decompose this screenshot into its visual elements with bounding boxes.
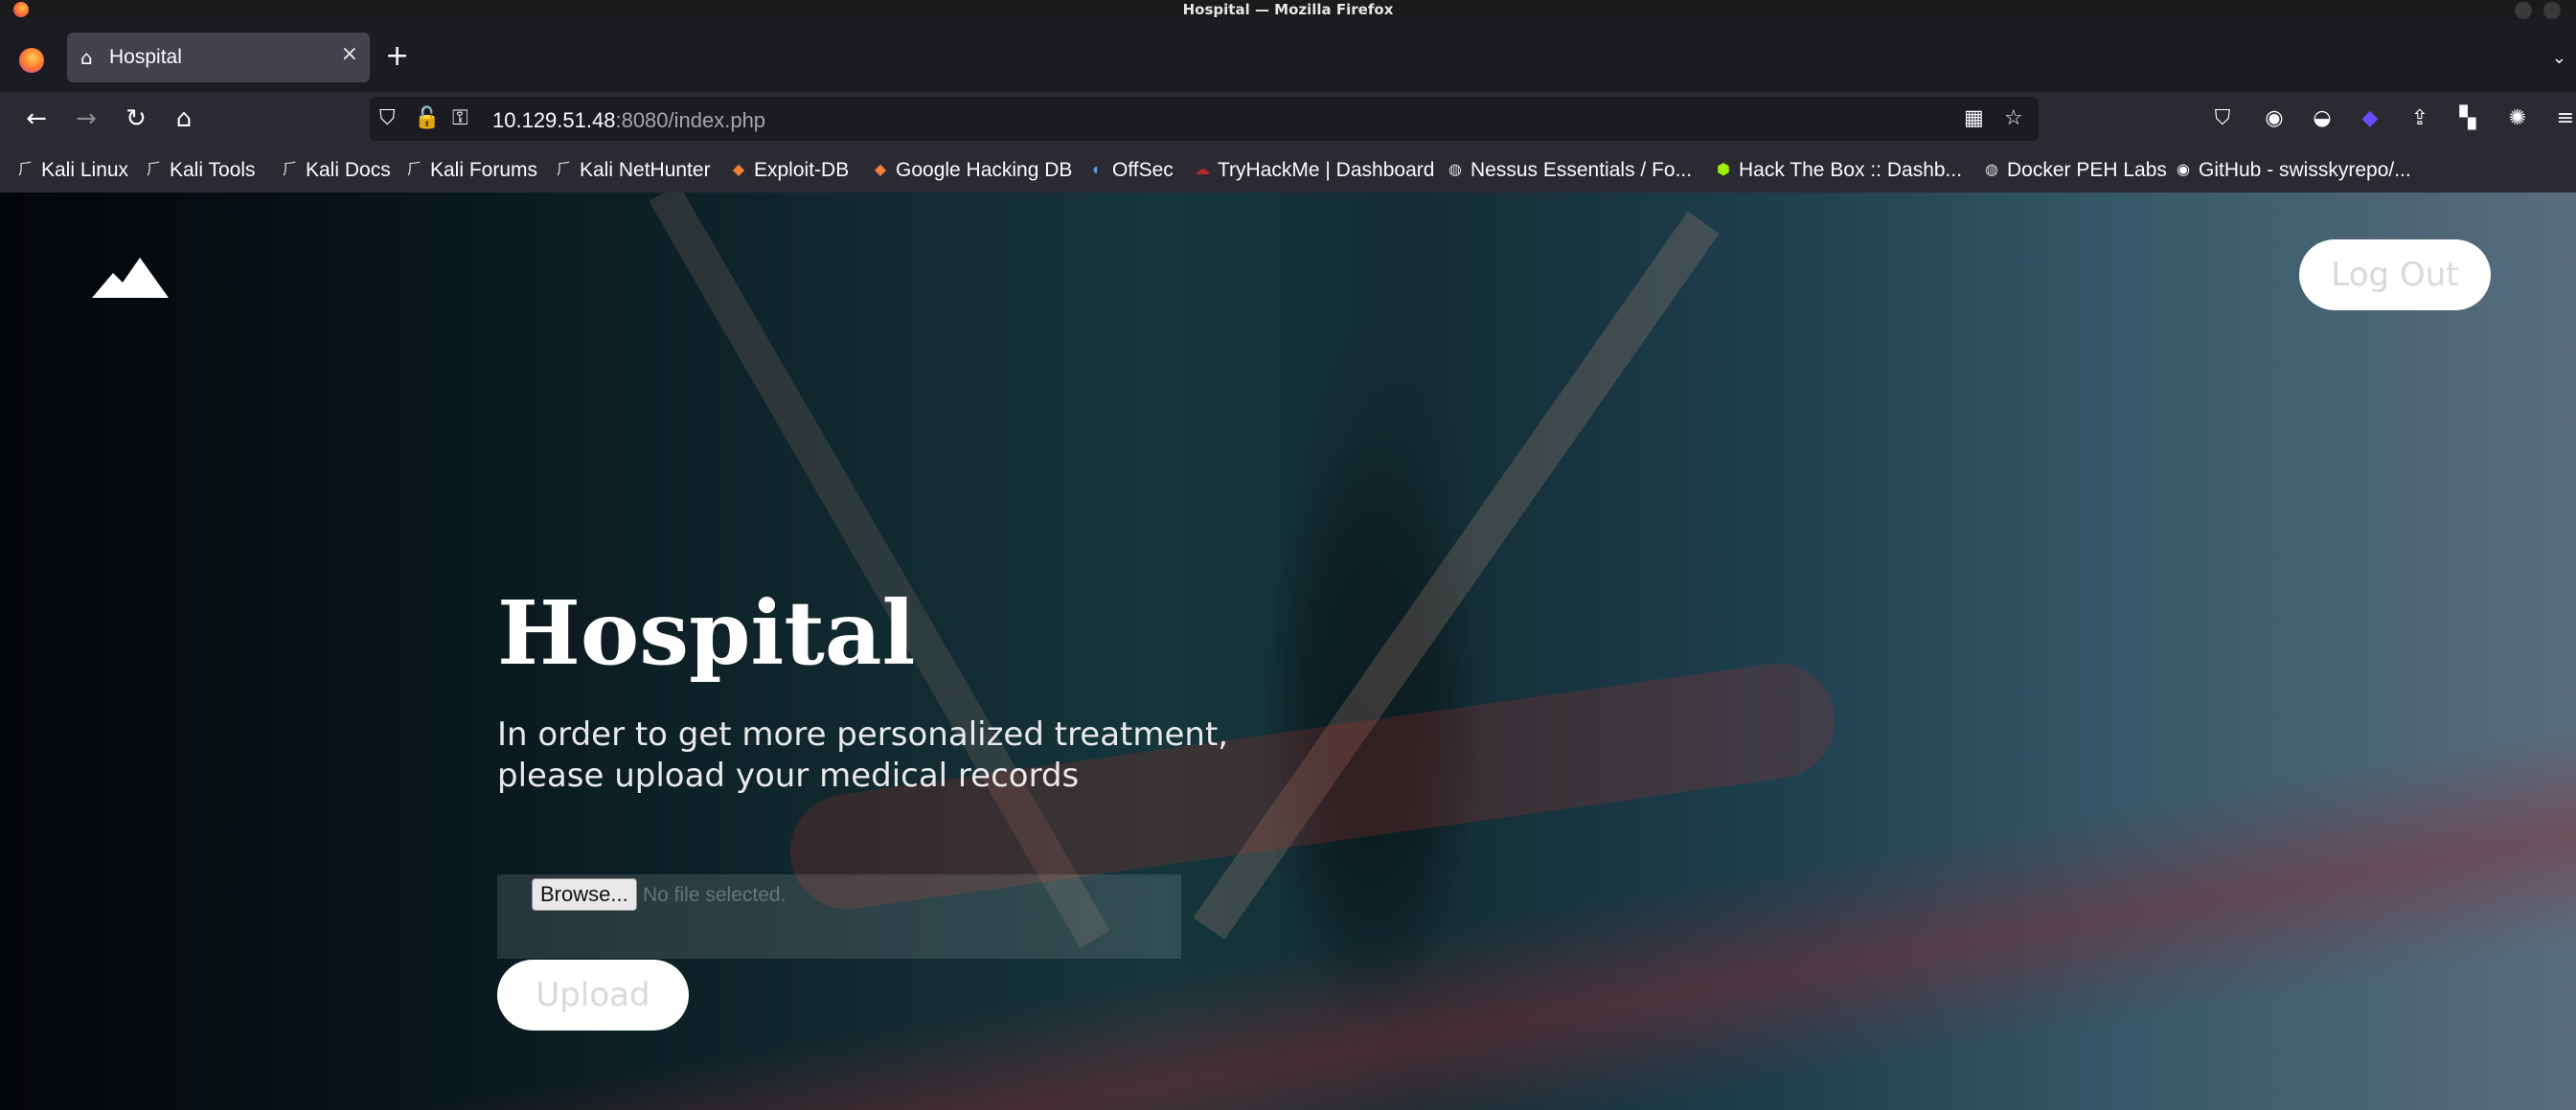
bookmark-item[interactable]: ◍ Nessus Essentials / Fo... bbox=[1447, 159, 1692, 182]
bookmark-label: Exploit-DB bbox=[754, 159, 850, 181]
mask-extension-icon[interactable]: ◒ bbox=[2309, 105, 2336, 132]
share-icon[interactable]: ⇪ bbox=[2406, 105, 2433, 132]
list-all-tabs-icon[interactable]: ⌄ bbox=[2552, 48, 2566, 68]
forward-icon[interactable]: → bbox=[71, 105, 102, 132]
tryhackme-icon: ☁ bbox=[1195, 162, 1210, 178]
bookmark-label: Kali Forums bbox=[430, 159, 538, 181]
window-title: Hospital — Mozilla Firefox bbox=[1182, 1, 1394, 18]
bookmark-item[interactable]: ⺁ Kali Linux bbox=[17, 159, 128, 182]
firefox-menu-icon[interactable] bbox=[19, 48, 44, 73]
subtitle-line: please upload your medical records bbox=[497, 757, 1080, 795]
kali-dragon-icon: ⺁ bbox=[17, 162, 34, 178]
bookmark-item[interactable]: ⺁ Kali NetHunter bbox=[556, 159, 711, 182]
home-icon[interactable]: ⌂ bbox=[169, 105, 199, 132]
tab-strip: ⌂ Hospital × + ⌄ bbox=[0, 19, 2576, 92]
shield-icon[interactable]: ⛉ bbox=[379, 106, 396, 131]
globe-icon: ◍ bbox=[1985, 162, 1998, 178]
tab-close-icon[interactable]: × bbox=[341, 44, 358, 65]
htb-cube-icon: ⬢ bbox=[1717, 162, 1730, 178]
kali-dragon-icon: ⺁ bbox=[146, 162, 162, 178]
bookmark-item[interactable]: ⺁ Kali Forums bbox=[406, 159, 537, 182]
bookmark-item[interactable]: ⺁ Kali Docs bbox=[282, 159, 391, 182]
bookmark-item[interactable]: ◐ OffSec bbox=[1088, 159, 1174, 182]
offsec-icon: ◐ bbox=[1092, 162, 1102, 178]
bookmark-label: Kali Tools bbox=[170, 159, 256, 181]
extension-blocked-icon[interactable]: ◉ bbox=[2261, 105, 2288, 132]
bookmark-item[interactable]: ◆ Google Hacking DB bbox=[872, 159, 1073, 182]
mountain-logo-icon[interactable] bbox=[92, 254, 169, 298]
kali-dragon-icon: ⺁ bbox=[282, 162, 298, 178]
home-favicon-icon: ⌂ bbox=[80, 46, 93, 69]
exploit-db-icon: ◆ bbox=[732, 162, 745, 178]
bookmark-label: OffSec bbox=[1112, 159, 1174, 181]
bookmark-item[interactable]: ◆ Exploit-DB bbox=[730, 159, 849, 182]
bookmark-item[interactable]: ☁ TryHackMe | Dashboard bbox=[1194, 159, 1434, 182]
logout-button[interactable]: Log Out bbox=[2299, 239, 2491, 310]
color-picker-icon[interactable]: ✺ bbox=[2504, 105, 2531, 132]
bookmark-label: GitHub - swisskyrepo/... bbox=[2199, 159, 2411, 181]
bookmark-star-icon[interactable]: ☆ bbox=[2004, 106, 2023, 131]
bookmark-label: Nessus Essentials / Fo... bbox=[1470, 159, 1693, 181]
file-input[interactable]: Browse... No file selected. bbox=[497, 874, 1181, 959]
qr-code-icon[interactable]: ▦ bbox=[1964, 106, 1984, 131]
page-subtitle: In order to get more personalized treatm… bbox=[497, 714, 1228, 797]
bookmark-item[interactable]: ◉ GitHub - swisskyrepo/... bbox=[2175, 159, 2411, 182]
page-content: Log Out Hospital In order to get more pe… bbox=[0, 193, 2576, 1110]
pocket-icon[interactable]: ⛉ bbox=[2209, 105, 2236, 132]
extensions-icon[interactable]: ▚ bbox=[2454, 105, 2481, 132]
bookmark-label: Hack The Box :: Dashb... bbox=[1739, 159, 1963, 181]
bookmark-label: Kali Docs bbox=[306, 159, 391, 181]
navigation-toolbar: ← → ↻ ⌂ ⛉ 🔓 ⚿ 10.129.51.48:8080/index.ph… bbox=[0, 92, 2576, 147]
bookmarks-toolbar: ⺁ Kali Linux ⺁ Kali Tools ⺁ Kali Docs ⺁ Kali Fo… bbox=[0, 147, 2576, 193]
bookmark-item[interactable]: ◍ Docker PEH Labs bbox=[1983, 159, 2167, 182]
bookmark-label: TryHackMe | Dashboard bbox=[1218, 159, 1435, 181]
bookmark-label: Kali NetHunter bbox=[580, 159, 711, 181]
subtitle-line: In order to get more personalized treatm… bbox=[497, 715, 1229, 754]
url-text[interactable]: 10.129.51.48:8080/index.php bbox=[492, 108, 765, 133]
firefox-icon bbox=[13, 2, 29, 17]
bookmark-label: Kali Linux bbox=[41, 159, 129, 181]
bookmark-item[interactable]: ⺁ Kali Tools bbox=[146, 159, 256, 182]
tab-title: Hospital bbox=[109, 46, 182, 68]
cube-extension-icon[interactable]: ◆ bbox=[2357, 105, 2383, 132]
exploit-db-icon: ◆ bbox=[874, 162, 887, 178]
insecure-lock-icon[interactable]: 🔓 bbox=[414, 106, 440, 131]
close-window-button[interactable] bbox=[2543, 2, 2561, 19]
no-file-label: No file selected. bbox=[643, 884, 786, 906]
github-icon: ◉ bbox=[2177, 162, 2190, 178]
bookmark-item[interactable]: ⬢ Hack The Box :: Dashb... bbox=[1715, 159, 1962, 182]
page-title: Hospital bbox=[497, 581, 916, 685]
url-bar[interactable]: ⛉ 🔓 ⚿ 10.129.51.48:8080/index.php ▦ ☆ bbox=[370, 97, 2039, 141]
window-titlebar: Hospital — Mozilla Firefox bbox=[0, 0, 2576, 19]
bookmark-label: Docker PEH Labs bbox=[2007, 159, 2167, 181]
key-icon[interactable]: ⚿ bbox=[452, 106, 468, 131]
minimize-button[interactable] bbox=[2515, 2, 2532, 19]
background-overlay bbox=[0, 193, 2576, 1110]
kali-dragon-icon: ⺁ bbox=[556, 162, 572, 178]
new-tab-button[interactable]: + bbox=[385, 42, 409, 71]
kali-dragon-icon: ⺁ bbox=[406, 162, 422, 178]
globe-icon: ◍ bbox=[1448, 162, 1462, 178]
bookmark-label: Google Hacking DB bbox=[896, 159, 1073, 181]
back-icon[interactable]: ← bbox=[21, 105, 52, 132]
tab-hospital[interactable]: ⌂ Hospital × bbox=[67, 33, 370, 82]
browse-button[interactable]: Browse... bbox=[532, 878, 637, 911]
reload-icon[interactable]: ↻ bbox=[121, 105, 151, 132]
app-menu-icon[interactable]: ≡ bbox=[2552, 105, 2576, 132]
upload-button[interactable]: Upload bbox=[497, 960, 689, 1031]
